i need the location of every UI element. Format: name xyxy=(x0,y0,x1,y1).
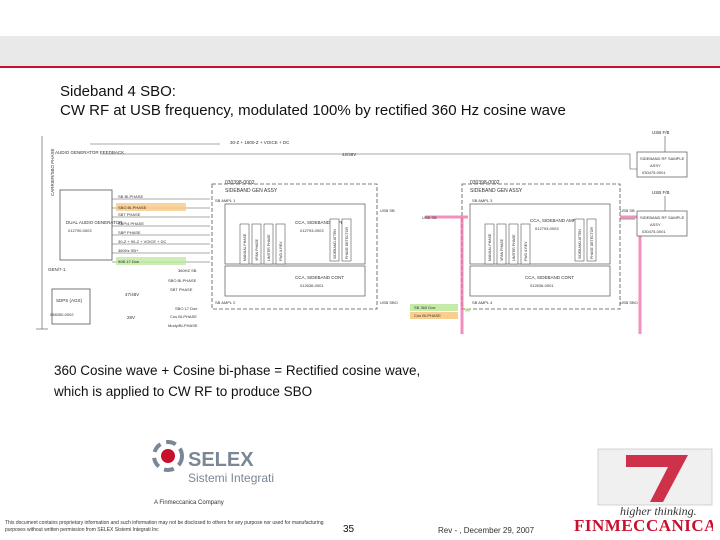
header-red-line xyxy=(0,66,720,68)
vert-block-7: VFAN PHASE xyxy=(500,238,504,261)
vert-block-3: FWD & REV xyxy=(279,241,283,261)
usb-sbo-right: USB SBO xyxy=(620,300,638,305)
usb-sb-pink: USB SB xyxy=(422,215,437,220)
ssb-cont-2-ref: 012636-0001 xyxy=(530,283,554,288)
ssb-cont-1: CCA, SIDEBAND CONT xyxy=(295,275,344,280)
audio-generator-label: DUAL AUDIO GENERATOR xyxy=(66,220,123,225)
signal-6: 360Hz SB+ xyxy=(118,248,139,253)
signal-0: SB BI-PHASE xyxy=(118,194,143,199)
selex-swirl-icon xyxy=(152,440,184,472)
ampl-2-label: SB AMPL 3 xyxy=(472,198,493,203)
signal-4: SBP PHASE xyxy=(118,230,141,235)
v28-label: 28V xyxy=(127,315,135,320)
sbo-orange: Cos BI-PHASE xyxy=(414,313,441,318)
svg-text:SIDEBAND RF SAMPLE: SIDEBAND RF SAMPLE xyxy=(640,156,685,161)
ssb-amp-2-ref: 012793-0003 xyxy=(535,226,559,231)
svg-text:SIDEBAND RF SAMPLE: SIDEBAND RF SAMPLE xyxy=(640,215,685,220)
vert-block-6: MANUAL PHASE xyxy=(488,233,492,261)
cont-2-label: SB AMPL 4 xyxy=(472,300,493,305)
ampl-1-label: SB AMPL 1 xyxy=(215,198,236,203)
finmeccanica-seven-icon xyxy=(597,448,713,506)
usb-fb-label-2: USB F/B xyxy=(652,190,670,195)
disclaimer-text: This document contains proprietary infor… xyxy=(5,520,324,533)
signal-1: SBO BI-PHASE xyxy=(118,205,147,210)
usb-sb-right: USB SB xyxy=(620,208,635,213)
signal-7: 90B 17 Doe xyxy=(118,259,140,264)
caption-line2: which is applied to CW RF to produce SBO xyxy=(54,384,313,399)
selex-subtitle: Sistemi Integrati xyxy=(188,471,274,485)
finmeccanica-logo: higher thinking. FINMECCANICA xyxy=(574,448,713,535)
assembly-2-title: 030398-0002 xyxy=(470,180,500,186)
vert-block-1: VFAN PHASE xyxy=(255,238,259,261)
brand-wordmark: FINMECCANICA xyxy=(574,516,713,535)
sdps-ref: 058350-0002 xyxy=(50,312,74,317)
mid-signal-5: Mody/BI-PHASE xyxy=(168,323,198,328)
sideband-block-diagram: CARRIER/SBO PHASE AUDIO GENERATOR FEEDBA… xyxy=(36,130,688,334)
slide-title-line1: Sideband 4 SBO: xyxy=(60,83,176,100)
usb-sbo-label: USB SBO xyxy=(380,300,398,305)
signal-2: SBT PHASE xyxy=(118,212,141,217)
header-band xyxy=(0,36,720,66)
svg-text:030475-0001: 030475-0001 xyxy=(642,170,666,175)
usb-fb-label: USB F/B xyxy=(652,130,670,135)
assembly-1-sub: SIDEBAND GEN ASSY xyxy=(225,188,278,194)
vert-block-10: SIDEBAND ATTEN xyxy=(578,229,582,259)
v47-label: 47/48V xyxy=(125,292,139,297)
selex-wordmark: SELEX xyxy=(188,449,254,471)
mid-signal-1: SBO BI-PHASE xyxy=(168,278,197,283)
cont-1-label: SB AMPL 2 xyxy=(215,300,236,305)
audio-generator-ref: 012790-0003 xyxy=(68,228,92,233)
vert-block-5: PHASE DETECTOR xyxy=(345,227,349,259)
usb-sb-label: USB SB xyxy=(380,208,395,213)
signal-5: 30-Z + 90-Z + VOICE + DC xyxy=(118,239,166,244)
sdps-block xyxy=(51,288,91,325)
assembly-1-title: 030398-0002 xyxy=(225,180,255,186)
signal-3: SBP/4 PHASE xyxy=(118,221,144,226)
svg-text:ASSY: ASSY xyxy=(650,222,661,227)
mid-signal-2: SBT PHASE xyxy=(170,287,193,292)
audio-generator-mode: GEN/7-1 xyxy=(48,267,66,272)
carrier-phase-label: CARRIER/SBO PHASE xyxy=(50,148,55,196)
top-equation: 30-Z + 1800-Z + VOICE + DC xyxy=(230,140,290,145)
caption-line1: 360 Cosine wave + Cosine bi-phase = Rect… xyxy=(54,363,421,378)
revision-date: Rev - , December 29, 2007 xyxy=(438,526,535,535)
mid-signal-3: SBO 17 Doe xyxy=(175,306,198,311)
vert-block-9: FWD & REV xyxy=(524,241,528,261)
page-number: 35 xyxy=(343,524,355,535)
audio-generator-block xyxy=(59,189,113,261)
vert-block-11: PHASE DETECTOR xyxy=(590,227,594,259)
sdps-label: SDPS (AGS) xyxy=(56,298,83,303)
selex-logo: SELEX Sistemi Integrati A Finmeccanica C… xyxy=(152,440,274,506)
mid-signal-0: 360HZ SB xyxy=(178,268,197,273)
ssb-cont-2: CCA, SIDEBAND CONT xyxy=(525,275,574,280)
svg-text:ASSY: ASSY xyxy=(650,163,661,168)
svg-text:030475-0001: 030475-0001 xyxy=(642,229,666,234)
sbo-green: SB 360 Doe xyxy=(414,305,436,310)
vert-block-0: MANUAL PHASE xyxy=(243,233,247,261)
vert-block-4: SIDEBAND ATTEN xyxy=(333,229,337,259)
top-voltage: 42/48V xyxy=(342,152,356,157)
vert-block-2: LIMITER PHASE xyxy=(267,234,271,261)
ssb-amp-2: CCA, SIDEBAND AMPL xyxy=(530,218,579,223)
ssb-amp-1-ref: 012793-0003 xyxy=(300,228,324,233)
ssb-cont-1-ref: 012636-0001 xyxy=(300,283,324,288)
selex-tagline: A Finmeccanica Company xyxy=(154,500,224,506)
slide-title-line2: CW RF at USB frequency, modulated 100% b… xyxy=(60,102,566,119)
assembly-2-sub: SIDEBAND GEN ASSY xyxy=(470,188,523,194)
mid-signal-4: Cos BI-PHASE xyxy=(170,314,197,319)
vert-block-8: LIMITER PHASE xyxy=(512,234,516,261)
